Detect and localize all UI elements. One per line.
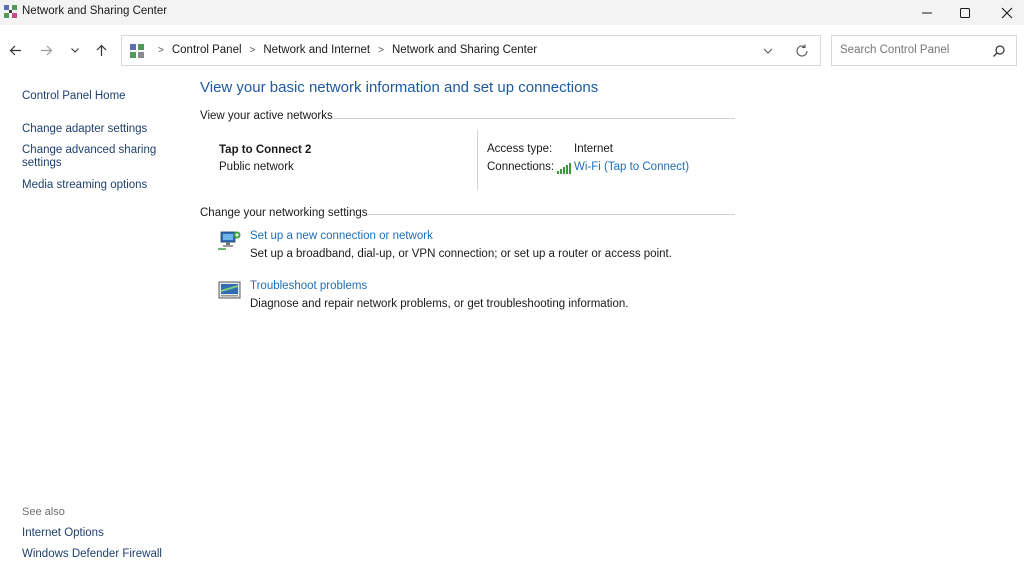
chevron-down-icon[interactable] (760, 44, 776, 58)
close-button[interactable] (986, 0, 1024, 25)
close-icon (1001, 7, 1013, 18)
title-bar: Network and Sharing Center (0, 0, 1024, 25)
setup-connection-link[interactable]: Set up a new connection or network (250, 230, 433, 242)
control-panel-home-link[interactable]: Control Panel Home (22, 90, 126, 103)
recent-locations-button[interactable] (64, 39, 86, 61)
chevron-down-icon (71, 48, 79, 53)
address-bar[interactable]: > Control Panel > Network and Internet >… (121, 35, 821, 66)
arrow-left-icon (9, 45, 21, 55)
see-also-heading: See also (22, 506, 65, 518)
breadcrumb-separator[interactable]: > (250, 45, 256, 56)
change-adapter-settings-link[interactable]: Change adapter settings (22, 123, 147, 136)
access-type-label: Access type: (487, 143, 553, 155)
sidebar: Control Panel Home Change adapter settin… (0, 75, 190, 574)
breadcrumb-control-panel[interactable]: Control Panel (172, 44, 242, 56)
window-title: Network and Sharing Center (22, 5, 168, 17)
arrow-up-icon (96, 44, 106, 56)
breadcrumb-separator[interactable]: > (378, 45, 384, 56)
maximize-icon (960, 7, 970, 18)
access-type-value: Internet (574, 143, 613, 155)
media-streaming-options-link[interactable]: Media streaming options (22, 179, 147, 192)
change-settings-heading: Change your networking settings (200, 207, 368, 219)
internet-options-link[interactable]: Internet Options (22, 527, 104, 540)
minimize-button[interactable] (906, 0, 948, 25)
search-icon[interactable] (992, 44, 1006, 58)
search-input[interactable]: Search Control Panel (840, 44, 949, 56)
breadcrumb-network-and-sharing-center[interactable]: Network and Sharing Center (392, 44, 537, 56)
wifi-connection-link[interactable]: Wi-Fi (Tap to Connect) (574, 161, 689, 173)
change-advanced-sharing-settings-link[interactable]: Change advanced sharing settings (22, 144, 172, 170)
windows-defender-firewall-link[interactable]: Windows Defender Firewall (22, 548, 162, 561)
page-title: View your basic network information and … (200, 79, 599, 96)
troubleshoot-icon (218, 281, 241, 299)
section-divider (367, 214, 735, 215)
maximize-button[interactable] (944, 0, 986, 25)
refresh-icon[interactable] (794, 43, 810, 59)
breadcrumb-network-and-internet[interactable]: Network and Internet (263, 44, 370, 56)
troubleshoot-problems-description: Diagnose and repair network problems, or… (250, 298, 629, 310)
connections-label: Connections: (487, 161, 555, 173)
back-button[interactable] (4, 39, 26, 61)
network-sharing-icon (4, 5, 17, 18)
forward-button[interactable] (35, 39, 57, 61)
section-divider (333, 118, 735, 119)
network-name: Tap to Connect 2 (219, 144, 312, 156)
navigation-bar: > Control Panel > Network and Internet >… (0, 25, 1024, 75)
wifi-signal-icon (557, 163, 571, 174)
active-networks-heading: View your active networks (200, 110, 333, 122)
new-connection-icon (218, 231, 241, 250)
arrow-right-icon (40, 45, 52, 55)
vertical-divider (477, 130, 478, 190)
control-panel-icon (130, 44, 144, 58)
setup-connection-description: Set up a broadband, dial-up, or VPN conn… (250, 248, 672, 260)
network-category: Public network (219, 161, 294, 173)
troubleshoot-problems-link[interactable]: Troubleshoot problems (250, 280, 367, 292)
breadcrumb: > Control Panel > Network and Internet >… (150, 44, 537, 56)
up-button[interactable] (90, 39, 112, 61)
search-box[interactable]: Search Control Panel (831, 35, 1017, 66)
minimize-icon (922, 12, 932, 13)
breadcrumb-separator[interactable]: > (158, 45, 164, 56)
